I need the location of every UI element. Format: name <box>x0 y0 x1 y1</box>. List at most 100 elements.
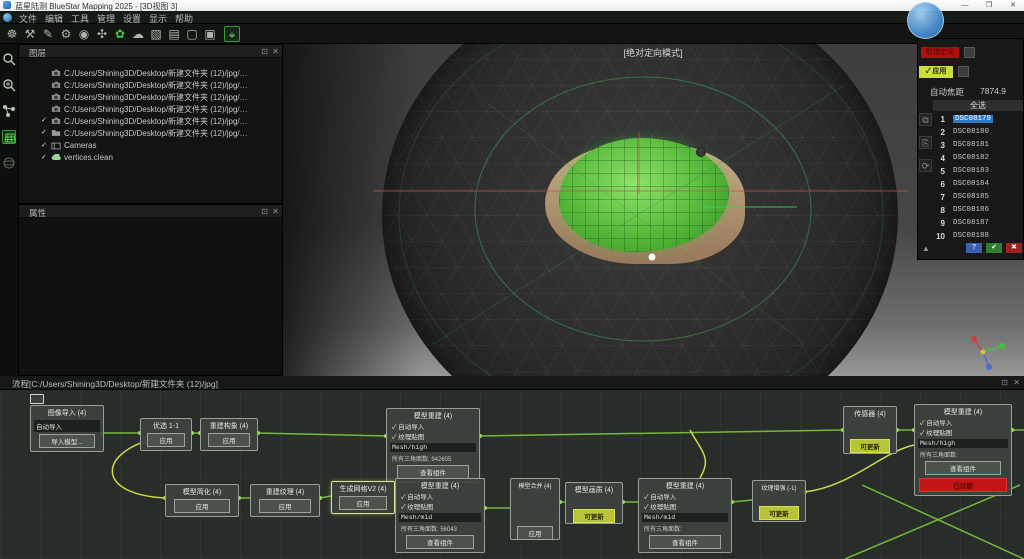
layers-icon[interactable]: ▤ <box>166 26 182 42</box>
sync-globe-icon[interactable]: ✿ <box>112 26 128 42</box>
tree-row-cameras[interactable]: ✓ Cameras <box>19 140 279 152</box>
row-check[interactable]: ✓ <box>41 116 49 124</box>
row-check[interactable]: ✓ <box>41 141 49 149</box>
image-row[interactable]: 8DSC08186 <box>933 204 1023 217</box>
node-mesh-high-2[interactable]: 模型重建 (4) ✓ 自动导入 ✓ 纹理贴图 Mesh/high 所有三角面数:… <box>914 404 1012 496</box>
close-button[interactable]: ✕ <box>1002 0 1024 11</box>
node-reconstruct-pose[interactable]: 重建构象 (4) 应用 <box>200 418 258 451</box>
texture-check[interactable]: ✓ 纹理贴图 <box>641 501 729 511</box>
apply-button[interactable]: ✓ 应用 <box>919 66 953 78</box>
view-component-button[interactable]: 查看组件 <box>406 535 475 549</box>
view-component-button[interactable]: 查看组件 <box>925 461 1000 475</box>
zoom-in-icon[interactable] <box>2 78 16 92</box>
texture-check[interactable]: ✓ 纹理贴图 <box>389 431 477 441</box>
cancel-orientation-button[interactable]: 取消定向 <box>921 47 959 58</box>
apply-button[interactable]: 应用 <box>259 499 311 513</box>
image-row[interactable]: 7DSC08185 <box>933 191 1023 204</box>
sphere-icon[interactable] <box>2 156 16 170</box>
option-box-2[interactable] <box>958 66 969 77</box>
mesh-grid-icon[interactable] <box>2 130 16 144</box>
auto-import-check[interactable]: ✓ 自动导入 <box>917 417 1009 427</box>
dock-icon[interactable]: ⊡ <box>1001 378 1008 387</box>
node-sensor[interactable]: 传感器 (4) 可更新 <box>843 406 897 454</box>
view-component-button[interactable]: 查看组件 <box>649 535 721 549</box>
apply-button[interactable]: 应用 <box>517 526 553 540</box>
auto-import-check[interactable]: ✓ 自动导入 <box>398 491 482 501</box>
node-field[interactable]: 自动导入 <box>34 420 100 432</box>
node-rebuild-texture[interactable]: 重建纹理 (4) 应用 <box>250 484 320 517</box>
flip-tool-icon[interactable]: ⎘ <box>919 136 932 149</box>
bulb-icon[interactable]: ⌖ <box>224 26 240 42</box>
close-panel-icon[interactable]: ✕ <box>272 47 279 56</box>
fan-icon[interactable]: ✣ <box>94 26 110 42</box>
maximize-button[interactable]: ❐ <box>978 0 1000 11</box>
apply-button[interactable]: 应用 <box>174 499 230 513</box>
outdated-button[interactable]: 已过期 <box>919 478 1007 492</box>
image-row[interactable]: 6DSC08184 <box>933 178 1023 191</box>
import-model-button[interactable]: 导入模型... <box>39 434 95 448</box>
apply-button[interactable]: 应用 <box>147 433 185 447</box>
tree-row[interactable]: C:/Users/Shining3D/Desktop/新建文件夹 (12)/jp… <box>19 91 279 103</box>
node-texture-enhance[interactable]: 纹理增强 (-1) 可更新 <box>752 480 806 522</box>
tree-row[interactable]: ✓ C:/Users/Shining3D/Desktop/新建文件夹 (12)/… <box>19 127 279 139</box>
close-panel-icon[interactable]: ✕ <box>272 207 279 216</box>
image-row[interactable]: 2DSC08180 <box>933 126 1023 139</box>
reject-button[interactable]: ✖ <box>1006 243 1022 253</box>
tree-row[interactable]: ✓ C:/Users/Shining3D/Desktop/新建文件夹 (12)/… <box>19 115 279 127</box>
chart-icon[interactable]: ▧ <box>148 26 164 42</box>
image-row[interactable]: 1DSC08179 <box>933 113 1023 126</box>
dock-icon[interactable]: ⊡ <box>261 207 268 216</box>
tree-row[interactable]: C:/Users/Shining3D/Desktop/新建文件夹 (12)/jp… <box>19 79 279 91</box>
auto-import-check[interactable]: ✓ 自动导入 <box>389 421 477 431</box>
close-panel-icon[interactable]: ✕ <box>1013 378 1020 387</box>
select-all-header[interactable]: 全选 <box>933 100 1023 111</box>
navigate-icon[interactable]: ☸ <box>4 26 20 42</box>
settings-icon[interactable]: ⚙ <box>58 26 74 42</box>
view-component-button[interactable]: 查看组件 <box>397 465 469 479</box>
minimize-button[interactable]: — <box>954 0 976 11</box>
image-row[interactable]: 4DSC08182 <box>933 152 1023 165</box>
search-icon[interactable] <box>2 52 16 66</box>
node-graph-icon[interactable] <box>2 104 16 118</box>
node-generate-mesh[interactable]: 生成网格V2 (4) 应用 <box>331 481 395 514</box>
pick-icon[interactable]: ⚒ <box>22 26 38 42</box>
option-box-1[interactable] <box>964 47 975 58</box>
edit-icon[interactable]: ✎ <box>40 26 56 42</box>
row-check[interactable]: ✓ <box>41 153 49 161</box>
update-button[interactable]: 可更新 <box>573 509 616 523</box>
mesh-path-field[interactable]: Mesh/high <box>390 443 476 452</box>
tree-row[interactable]: C:/Users/Shining3D/Desktop/新建文件夹 (12)/jp… <box>19 67 279 79</box>
auto-import-check[interactable]: ✓ 自动导入 <box>641 491 729 501</box>
mesh-path-field[interactable]: Mesh/mid <box>399 513 481 522</box>
image-row[interactable]: 10DSC08188 <box>933 230 1023 243</box>
mesh-path-field[interactable]: Mesh/high <box>918 439 1008 448</box>
node-mesh-mid[interactable]: 模型重建 (4) ✓ 自动导入 ✓ 纹理贴图 Mesh/mid 所有三角面数: … <box>395 478 485 553</box>
refresh-tool-icon[interactable]: ⟳ <box>919 159 932 172</box>
confirm-button[interactable]: ✔ <box>986 243 1002 253</box>
cloud-icon[interactable]: ☁ <box>130 26 146 42</box>
update-button[interactable]: 可更新 <box>759 506 798 520</box>
expand-arrow[interactable]: ▲ <box>922 244 930 253</box>
viewport-3d[interactable]: [绝对定向模式] <box>283 44 1024 376</box>
apply-button[interactable]: 应用 <box>208 433 251 447</box>
dock-icon[interactable]: ⊡ <box>261 47 268 56</box>
node-quality[interactable]: 模型画质 (4) 可更新 <box>565 482 623 524</box>
node-mesh-mid-2[interactable]: 模型重建 (4) ✓ 自动导入 ✓ 纹理贴图 Mesh/mid 所有三角面数: … <box>638 478 732 553</box>
mesh-path-field[interactable]: Mesh/mid <box>642 513 728 522</box>
node-merge[interactable]: 模型合并 (4) 应用 <box>510 478 560 540</box>
apply-button[interactable]: 应用 <box>339 496 387 510</box>
node-import-images[interactable]: 图像导入 (4) 自动导入 导入模型... <box>30 405 104 452</box>
axis-gizmo[interactable] <box>969 332 1009 372</box>
image-row[interactable]: 3DSC08181 <box>933 139 1023 152</box>
layer-tool-icon[interactable]: ⧉ <box>919 113 932 126</box>
node-canvas[interactable]: 图像导入 (4) 自动导入 导入模型... 优选 1-1 应用 重建构象 (4)… <box>0 390 1024 559</box>
uv-icon[interactable]: ◉ <box>76 26 92 42</box>
node-simplify[interactable]: 模型简化 (4) 应用 <box>165 484 239 517</box>
export-icon[interactable]: ▣ <box>202 26 218 42</box>
image-row[interactable]: 9DSC08187 <box>933 217 1023 230</box>
tree-row-vertices[interactable]: ✓ vertices.clean <box>19 152 279 164</box>
texture-check[interactable]: ✓ 纹理贴图 <box>917 427 1009 437</box>
node-mesh-high[interactable]: 模型重建 (4) ✓ 自动导入 ✓ 纹理贴图 Mesh/high 所有三角面数:… <box>386 408 480 483</box>
tree-row[interactable]: C:/Users/Shining3D/Desktop/新建文件夹 (12)/jp… <box>19 103 279 115</box>
texture-check[interactable]: ✓ 纹理贴图 <box>398 501 482 511</box>
